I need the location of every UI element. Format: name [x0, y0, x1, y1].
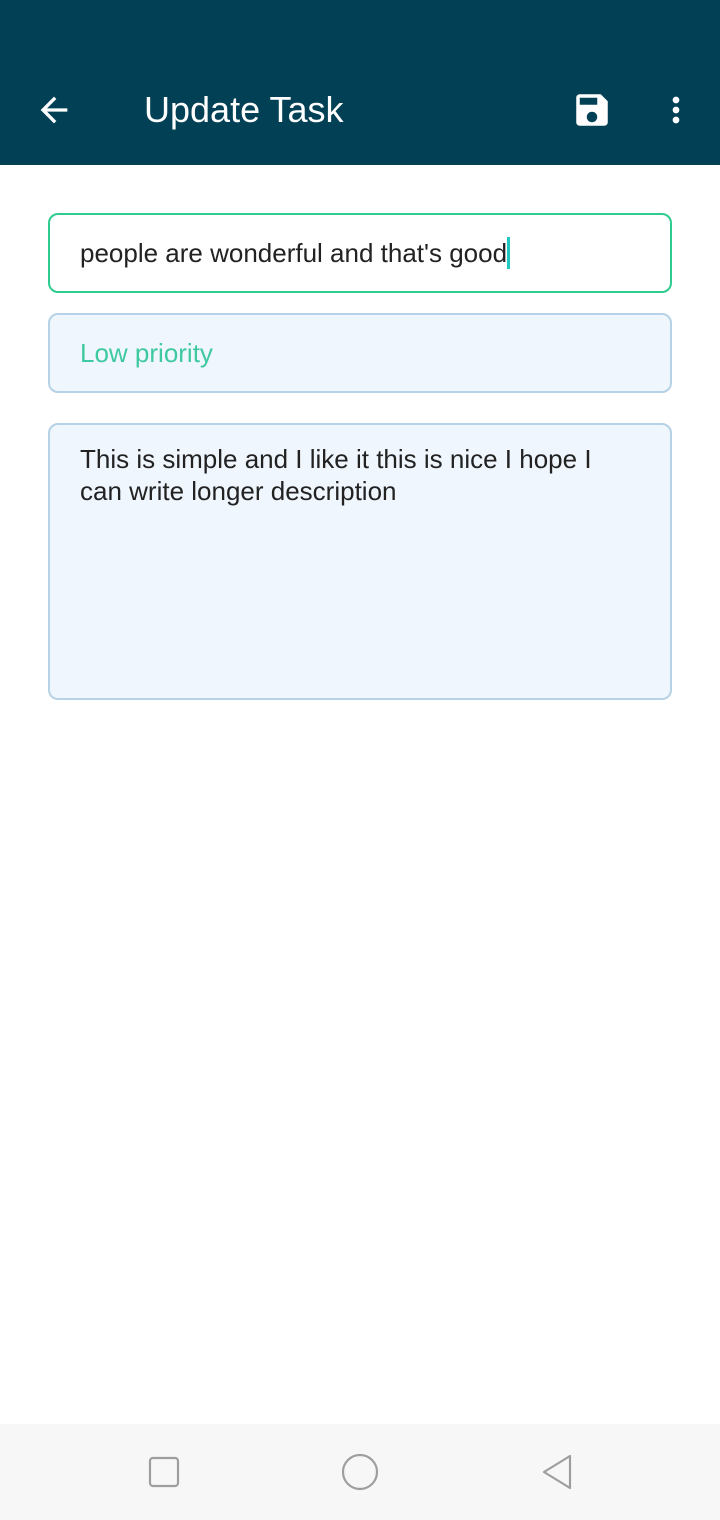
task-description-input[interactable]: This is simple and I like it this is nic… [48, 423, 672, 700]
more-vert-icon [672, 96, 680, 124]
save-button[interactable] [564, 82, 620, 138]
text-cursor [507, 237, 511, 269]
task-title-value: people are wonderful and that's good [80, 237, 508, 268]
save-icon [576, 94, 608, 126]
app-bar: Update Task [0, 0, 720, 165]
recents-square-icon [148, 1456, 180, 1488]
page-title: Update Task [144, 89, 344, 130]
system-navigation-bar [0, 1424, 720, 1520]
back-button[interactable] [26, 82, 82, 138]
arrow-back-icon [40, 96, 68, 124]
priority-selector[interactable]: Low priority [48, 313, 672, 393]
task-title-input[interactable]: people are wonderful and that's good [48, 213, 672, 293]
home-button[interactable] [336, 1448, 384, 1496]
priority-value: Low priority [80, 337, 213, 368]
update-task-screen: Update Task people are wonderful and tha… [0, 0, 720, 1520]
system-back-button[interactable] [532, 1448, 580, 1496]
task-description-value: This is simple and I like it this is nic… [80, 444, 592, 506]
home-circle-icon [341, 1453, 379, 1491]
back-triangle-icon [542, 1454, 572, 1490]
recents-button[interactable] [140, 1448, 188, 1496]
more-options-button[interactable] [652, 82, 700, 138]
